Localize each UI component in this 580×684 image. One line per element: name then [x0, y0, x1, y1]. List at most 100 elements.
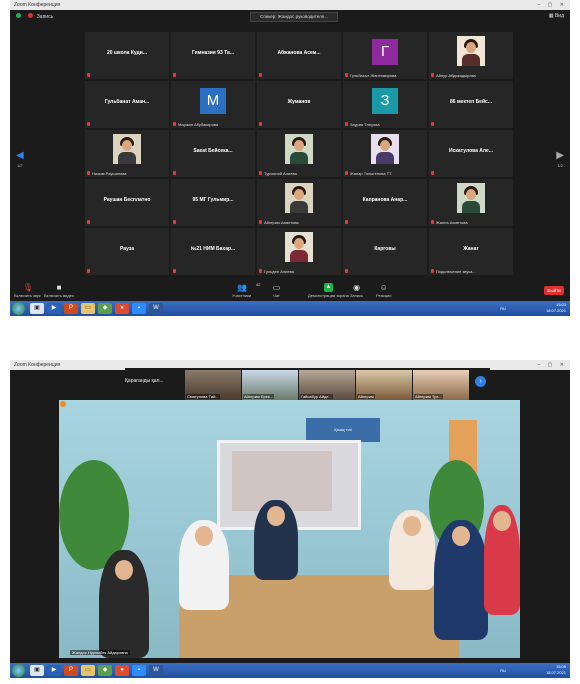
participant-tile[interactable]: Жанар Толыгенова ТТ: [343, 130, 427, 177]
person-figure: [484, 505, 520, 615]
security-icon[interactable]: [16, 13, 21, 18]
taskbar-explorer-icon[interactable]: ▣: [30, 665, 44, 676]
participant-label: Назым Раушанова: [92, 171, 127, 176]
share-screen-button[interactable]: ▲ Демонстрация экрана: [308, 283, 349, 298]
muted-mic-icon: [345, 220, 348, 224]
participant-tile[interactable]: Искатулова Але...: [429, 130, 513, 177]
participant-name: 20 школа Куди...: [107, 50, 147, 56]
participant-tile[interactable]: Айгерим Ахметова: [257, 179, 341, 226]
participant-label: Подключение звука...: [436, 269, 476, 274]
participant-tile[interactable]: Турсынай Алиева: [257, 130, 341, 177]
participant-tile[interactable]: Жанна Ахметова: [429, 179, 513, 226]
window-controls-2[interactable]: – ▢ ✕: [538, 360, 567, 370]
start-button-icon[interactable]: [12, 302, 25, 315]
chat-button[interactable]: ▭ Чат: [272, 283, 281, 298]
participant-tile[interactable]: 95 МГ Гульмир...: [171, 179, 255, 226]
participant-label: Турсынай Алиева: [264, 171, 297, 176]
record-button[interactable]: ◉ Запись: [350, 283, 363, 298]
next-page-arrow-icon[interactable]: ▶: [556, 150, 564, 161]
record-label: Запись: [36, 14, 54, 20]
participant-tile[interactable]: Рауза: [85, 228, 169, 275]
participant-tile[interactable]: Раушан Бесплатно: [85, 179, 169, 226]
taskbar-powerpoint-icon[interactable]: P: [64, 303, 78, 314]
person-figure: [99, 550, 149, 658]
muted-mic-icon: [431, 171, 434, 175]
participant-tile[interactable]: №21 НИМ Бахар...: [171, 228, 255, 275]
participant-name: Saeat Бейсека...: [193, 148, 233, 154]
participant-tile[interactable]: Гимназия 93 Та...: [171, 32, 255, 79]
prev-page-arrow-icon[interactable]: ◀: [16, 150, 24, 161]
participant-photo: [285, 232, 313, 262]
participant-label: Айнур Абдикадырова: [436, 73, 476, 78]
language-indicator[interactable]: RU: [500, 668, 506, 674]
language-indicator[interactable]: RU: [500, 306, 506, 312]
end-meeting-button[interactable]: Выйти: [544, 286, 564, 295]
muted-mic-icon: [87, 122, 90, 126]
strip-thumbnail[interactable]: Айгерим Тул...: [413, 370, 469, 400]
taskbar-folder-icon[interactable]: ▭: [81, 665, 95, 676]
taskbar-chrome-icon[interactable]: ●: [115, 665, 129, 676]
window-controls[interactable]: – ▢ ✕: [538, 0, 567, 10]
participant-name: 86 мектеп Бейс...: [450, 99, 492, 105]
participant-tile[interactable]: Гульбанат Аман...: [85, 81, 169, 128]
participant-tile[interactable]: Карговы: [343, 228, 427, 275]
participant-tile[interactable]: Капранова Анар...: [343, 179, 427, 226]
video-button[interactable]: ■ Включить видео: [44, 283, 74, 298]
participants-button[interactable]: 👥 Участники: [232, 283, 251, 298]
taskbar-word-icon[interactable]: W: [149, 303, 163, 314]
participant-tile[interactable]: Айнур Абдикадырова: [429, 32, 513, 79]
taskbar-folder-icon[interactable]: ▭: [81, 303, 95, 314]
taskbar-media-icon[interactable]: ▶: [47, 303, 61, 314]
participant-tile[interactable]: Назым Раушанова: [85, 130, 169, 177]
strip-first-label: Қарағанды қал...: [125, 378, 164, 384]
muted-mic-icon: [431, 220, 434, 224]
strip-thumbnail[interactable]: Айгерим: [356, 370, 412, 400]
taskbar-powerpoint-icon[interactable]: P: [64, 665, 78, 676]
muted-mic-icon: [173, 171, 176, 175]
muted-mic-icon: [173, 122, 176, 126]
muted-mic-icon: [259, 73, 262, 77]
taskbar-zoom-icon[interactable]: ▪: [132, 665, 146, 676]
mute-button[interactable]: 🎙 Включить звук: [14, 283, 41, 298]
taskbar-word-icon[interactable]: W: [149, 665, 163, 676]
reactions-button[interactable]: ☺ Реакции: [376, 283, 391, 298]
taskbar-app-icon[interactable]: ◆: [98, 303, 112, 314]
participant-tile[interactable]: 20 школа Куди...: [85, 32, 169, 79]
taskbar-app-icon[interactable]: ◆: [98, 665, 112, 676]
participant-tile[interactable]: М Маржан Абубакирова: [171, 81, 255, 128]
window-titlebar: Zoom Конференция – ▢ ✕: [10, 0, 570, 10]
clock-date: 18.07.2021: [545, 670, 566, 675]
participant-photo: [113, 134, 141, 164]
muted-mic-icon: [87, 73, 90, 77]
participant-tile[interactable]: Жанат Подключение звука...: [429, 228, 513, 275]
camera-off-icon: ■: [56, 283, 62, 292]
active-speaker-video: Қазақ тілі: [59, 400, 520, 658]
participant-photo: [371, 134, 399, 164]
participant-tile[interactable]: 86 мектеп Бейс...: [429, 81, 513, 128]
participant-photo: [285, 134, 313, 164]
taskbar-explorer-icon[interactable]: ▣: [30, 303, 44, 314]
participant-tile[interactable]: Г Гульбахыт Жантемирова: [343, 32, 427, 79]
participant-label: Гульбахыт Жантемирова: [350, 73, 397, 78]
start-button-icon[interactable]: [12, 664, 25, 677]
system-tray-2: RU 15:09 18.07.2021: [500, 664, 566, 676]
taskbar-chrome-icon[interactable]: ●: [115, 303, 129, 314]
participant-tile[interactable]: Saeat Бейсека...: [171, 130, 255, 177]
taskbar-media-icon[interactable]: ▶: [47, 665, 61, 676]
strip-thumbnail[interactable]: Айгерим Ерек...: [242, 370, 298, 400]
participant-tile[interactable]: Абжанова Асем...: [257, 32, 341, 79]
participant-avatar: Г: [372, 39, 398, 65]
thumbnail-name: Айгерим: [357, 394, 375, 399]
participant-tile[interactable]: Гульден Алиева: [257, 228, 341, 275]
participant-label: Жанар Толыгенова ТТ: [350, 171, 392, 176]
next-thumbnails-icon[interactable]: ›: [475, 376, 486, 387]
participant-tile[interactable]: З Заурия Тлеуова: [343, 81, 427, 128]
windows-taskbar: ▣ ▶ P ▭ ◆ ● ▪ W RU 15:03 18.07.2021: [10, 301, 570, 316]
view-button[interactable]: ▦ Вид: [549, 13, 564, 19]
muted-mic-icon: [345, 269, 348, 273]
strip-thumbnail[interactable]: Сматулова Тай...: [185, 370, 241, 400]
muted-mic-icon: [431, 269, 434, 273]
participant-tile[interactable]: Жуманов: [257, 81, 341, 128]
taskbar-zoom-icon[interactable]: ▪: [132, 303, 146, 314]
strip-thumbnail[interactable]: Гайсабур Айде...: [299, 370, 355, 400]
